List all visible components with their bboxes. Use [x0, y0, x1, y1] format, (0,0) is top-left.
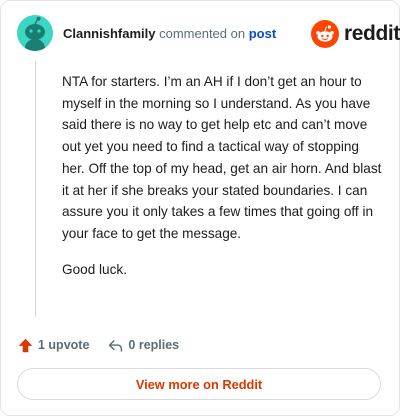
thread-line [35, 61, 36, 317]
comment-embed-card: Clannishfamily commented on post reddit … [0, 0, 400, 416]
upvote-arrow-icon[interactable] [17, 337, 34, 354]
post-link[interactable]: post [249, 26, 276, 41]
upvote-count: 1 upvote [38, 338, 90, 352]
reply-count: 0 replies [128, 338, 180, 352]
reddit-brand[interactable]: reddit [311, 19, 400, 49]
snoo-avatar-icon [25, 16, 45, 51]
commented-on-text: commented on [159, 26, 246, 41]
comment-header: Clannishfamily commented on post [63, 26, 276, 41]
comment-paragraph: NTA for starters. I’m an AH if I don’t g… [62, 74, 382, 241]
reddit-wordmark: reddit [344, 22, 400, 45]
avatar[interactable] [17, 15, 53, 51]
reddit-logo-icon [311, 20, 339, 48]
username[interactable]: Clannishfamily [63, 26, 155, 41]
view-more-button[interactable]: View more on Reddit [17, 368, 381, 400]
comment-paragraph: Good luck. [62, 261, 127, 277]
reply-arrow-icon[interactable] [107, 337, 124, 354]
comment-actions: 1 upvote 0 replies [17, 335, 179, 355]
comment-body: NTA for starters. I’m an AH if I don’t g… [62, 71, 382, 280]
